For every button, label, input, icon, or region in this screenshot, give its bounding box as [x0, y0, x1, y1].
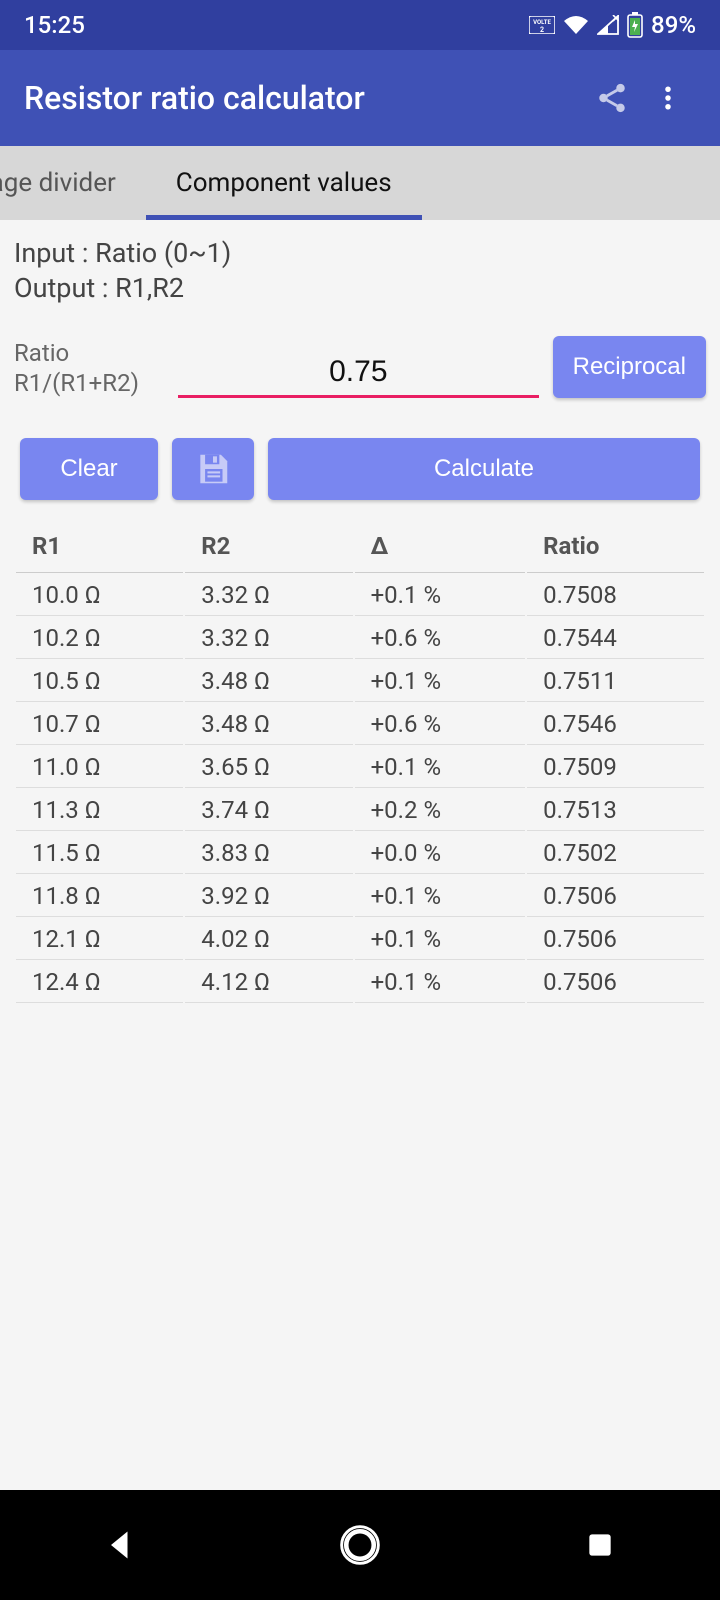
cell-r1: 10.5 Ω — [16, 661, 183, 702]
cell-r2: 3.32 Ω — [185, 618, 352, 659]
table-header-row: R1 R2 Δ Ratio — [16, 524, 704, 573]
ratio-input-wrap — [178, 355, 539, 398]
status-battery-text: 89% — [651, 11, 696, 39]
cell-r1: 12.1 Ω — [16, 919, 183, 960]
cell-ratio: 0.7513 — [527, 790, 704, 831]
io-input-label: Input : Ratio (0~1) — [14, 236, 706, 271]
calculate-button[interactable]: Calculate — [268, 438, 700, 500]
cell-r2: 3.83 Ω — [185, 833, 352, 874]
table-row[interactable]: 11.5 Ω3.83 Ω+0.0 %0.7502 — [16, 833, 704, 874]
tabs: oltage divider Component values — [0, 146, 720, 220]
cell-r2: 3.32 Ω — [185, 575, 352, 616]
cell-delta: +0.1 % — [355, 876, 526, 917]
cell-r1: 11.8 Ω — [16, 876, 183, 917]
table-row[interactable]: 10.0 Ω3.32 Ω+0.1 %0.7508 — [16, 575, 704, 616]
ratio-row: Ratio R1/(R1+R2) Reciprocal — [14, 336, 706, 398]
cell-delta: +0.0 % — [355, 833, 526, 874]
header-r1: R1 — [16, 524, 183, 573]
battery-icon — [627, 12, 643, 38]
table-row[interactable]: 10.7 Ω3.48 Ω+0.6 %0.7546 — [16, 704, 704, 745]
nav-home-button[interactable] — [330, 1515, 390, 1575]
cell-ratio: 0.7506 — [527, 876, 704, 917]
cell-ratio: 0.7546 — [527, 704, 704, 745]
io-label: Input : Ratio (0~1) Output : R1,R2 — [14, 236, 706, 306]
tab-component-values[interactable]: Component values — [146, 146, 422, 220]
ratio-input[interactable] — [178, 355, 539, 389]
status-right: VOLTE2 89% — [529, 11, 696, 39]
content: Input : Ratio (0~1) Output : R1,R2 Ratio… — [0, 220, 720, 1005]
cell-delta: +0.1 % — [355, 661, 526, 702]
cell-delta: +0.1 % — [355, 747, 526, 788]
cell-r1: 12.4 Ω — [16, 962, 183, 1003]
cell-delta: +0.2 % — [355, 790, 526, 831]
cell-r2: 3.48 Ω — [185, 661, 352, 702]
share-button[interactable] — [584, 70, 640, 126]
more-button[interactable] — [640, 70, 696, 126]
nav-back-button[interactable] — [90, 1515, 150, 1575]
button-row: Clear Calculate — [20, 438, 700, 500]
save-button[interactable] — [172, 438, 254, 500]
cell-ratio: 0.7544 — [527, 618, 704, 659]
nav-recent-button[interactable] — [570, 1515, 630, 1575]
cell-r2: 4.02 Ω — [185, 919, 352, 960]
ratio-label-line2: R1/(R1+R2) — [14, 368, 164, 398]
cell-r2: 3.65 Ω — [185, 747, 352, 788]
nav-bar — [0, 1490, 720, 1600]
tab-voltage-divider[interactable]: oltage divider — [0, 146, 146, 220]
table-row[interactable]: 11.8 Ω3.92 Ω+0.1 %0.7506 — [16, 876, 704, 917]
wifi-icon — [563, 15, 589, 35]
header-delta: Δ — [355, 524, 526, 573]
cell-ratio: 0.7506 — [527, 962, 704, 1003]
cell-r2: 4.12 Ω — [185, 962, 352, 1003]
signal-icon — [597, 15, 619, 35]
cell-r1: 11.5 Ω — [16, 833, 183, 874]
table-row[interactable]: 12.1 Ω4.02 Ω+0.1 %0.7506 — [16, 919, 704, 960]
ratio-label: Ratio R1/(R1+R2) — [14, 338, 164, 398]
table-row[interactable]: 10.2 Ω3.32 Ω+0.6 %0.7544 — [16, 618, 704, 659]
cell-r1: 11.3 Ω — [16, 790, 183, 831]
cell-r2: 3.48 Ω — [185, 704, 352, 745]
app-bar: Resistor ratio calculator — [0, 50, 720, 146]
cell-delta: +0.1 % — [355, 919, 526, 960]
header-r2: R2 — [185, 524, 352, 573]
cell-r1: 11.0 Ω — [16, 747, 183, 788]
status-bar: 15:25 VOLTE2 89% — [0, 0, 720, 50]
ratio-label-line1: Ratio — [14, 338, 164, 368]
header-ratio: Ratio — [527, 524, 704, 573]
cell-ratio: 0.7509 — [527, 747, 704, 788]
table-row[interactable]: 12.4 Ω4.12 Ω+0.1 %0.7506 — [16, 962, 704, 1003]
status-time: 15:25 — [24, 11, 85, 39]
table-row[interactable]: 11.3 Ω3.74 Ω+0.2 %0.7513 — [16, 790, 704, 831]
io-output-label: Output : R1,R2 — [14, 271, 706, 306]
cell-delta: +0.1 % — [355, 575, 526, 616]
table-row[interactable]: 10.5 Ω3.48 Ω+0.1 %0.7511 — [16, 661, 704, 702]
table-row[interactable]: 11.0 Ω3.65 Ω+0.1 %0.7509 — [16, 747, 704, 788]
app-title: Resistor ratio calculator — [24, 79, 584, 117]
cell-delta: +0.1 % — [355, 962, 526, 1003]
cell-delta: +0.6 % — [355, 618, 526, 659]
svg-text:2: 2 — [540, 26, 544, 34]
cell-r2: 3.74 Ω — [185, 790, 352, 831]
svg-text:VOLTE: VOLTE — [533, 19, 551, 26]
reciprocal-button[interactable]: Reciprocal — [553, 336, 706, 398]
cell-ratio: 0.7506 — [527, 919, 704, 960]
cell-r1: 10.2 Ω — [16, 618, 183, 659]
cell-ratio: 0.7502 — [527, 833, 704, 874]
cell-r2: 3.92 Ω — [185, 876, 352, 917]
cell-r1: 10.0 Ω — [16, 575, 183, 616]
cell-ratio: 0.7511 — [527, 661, 704, 702]
cell-ratio: 0.7508 — [527, 575, 704, 616]
results-table: R1 R2 Δ Ratio 10.0 Ω3.32 Ω+0.1 %0.750810… — [14, 522, 706, 1005]
cell-delta: +0.6 % — [355, 704, 526, 745]
cell-r1: 10.7 Ω — [16, 704, 183, 745]
clear-button[interactable]: Clear — [20, 438, 158, 500]
volte-icon: VOLTE2 — [529, 16, 555, 34]
